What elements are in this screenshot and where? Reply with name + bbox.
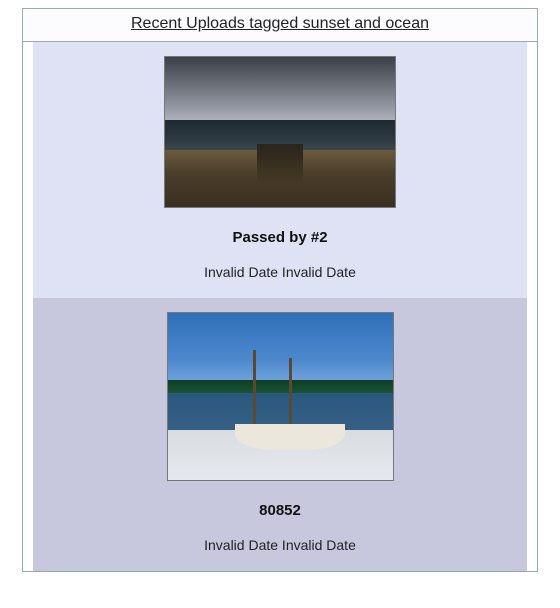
widget-title[interactable]: Recent Uploads tagged sunset and ocean: [23, 9, 537, 42]
thumbnail-image: [164, 56, 396, 208]
item-title[interactable]: Passed by #2: [33, 229, 527, 246]
items-panel: Passed by #2 Invalid Date Invalid Date 8…: [33, 42, 527, 571]
thumbnail-link[interactable]: [164, 195, 396, 212]
item-title[interactable]: 80852: [33, 502, 527, 519]
thumbnail-image: [167, 312, 394, 481]
widget-container: Recent Uploads tagged sunset and ocean P…: [22, 8, 538, 572]
item-date: Invalid Date Invalid Date: [33, 537, 527, 553]
upload-item: Passed by #2 Invalid Date Invalid Date: [33, 42, 527, 298]
item-date: Invalid Date Invalid Date: [33, 264, 527, 280]
thumbnail-link[interactable]: [167, 468, 394, 485]
upload-item: 80852 Invalid Date Invalid Date: [33, 298, 527, 571]
